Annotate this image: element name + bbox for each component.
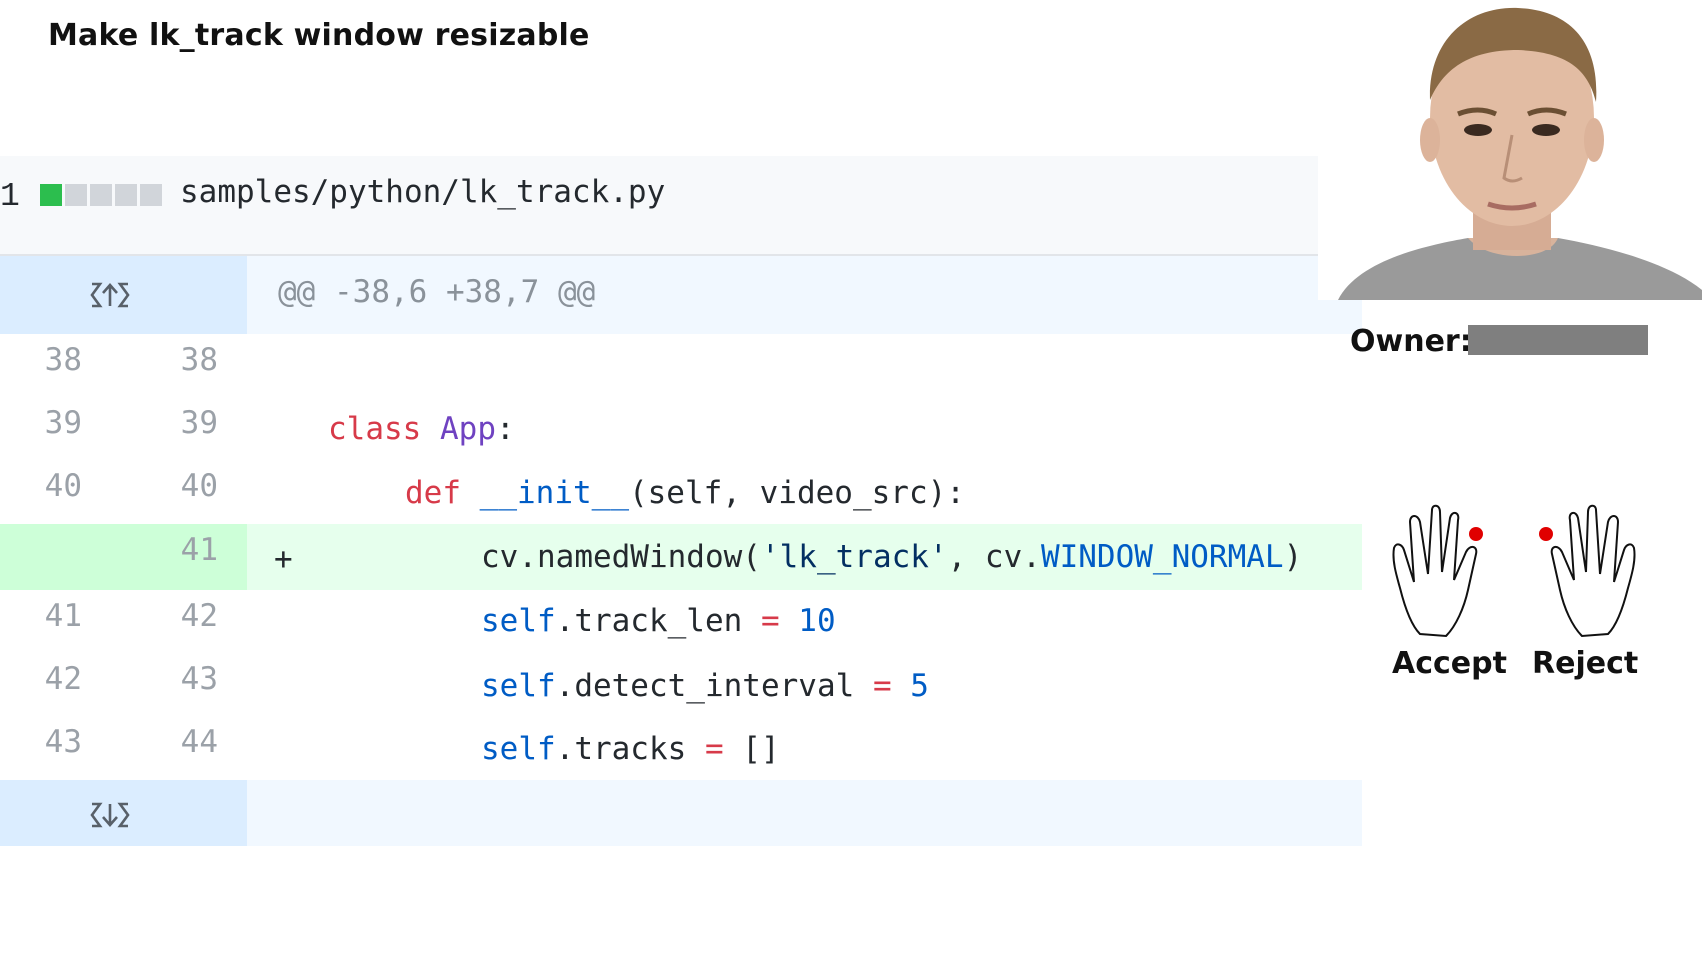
diff-line: 41 42 self.track_len = 10 [0, 590, 1362, 653]
expand-down-icon [90, 802, 130, 828]
new-line-number[interactable]: 39 [158, 405, 218, 441]
old-line-number[interactable]: 43 [22, 724, 82, 760]
owner-label: Owner: [1350, 324, 1472, 359]
code-line: def __init__(self, video_src): [405, 475, 965, 511]
diff-line: 40 40 def __init__(self, video_src): [0, 460, 1362, 523]
added-marker: + [274, 541, 293, 577]
code-line: self.track_len = 10 [481, 603, 836, 639]
old-line-number[interactable]: 39 [22, 405, 82, 441]
diffstat-block-neutral [115, 184, 137, 206]
diffstat-block-neutral [140, 184, 162, 206]
diffstat-block-neutral [65, 184, 87, 206]
expand-up-icon [90, 282, 130, 308]
new-line-number[interactable]: 42 [158, 598, 218, 634]
owner-portrait-photo [1318, 0, 1702, 300]
new-line-number[interactable]: 38 [158, 342, 218, 378]
code-line: class App: [328, 411, 515, 447]
reject-label[interactable]: Reject [1532, 646, 1638, 681]
hunk-footer-row [0, 780, 1362, 846]
file-change-count: 1 [0, 178, 20, 215]
diffstat-block-neutral [90, 184, 112, 206]
left-hand-icon[interactable] [1390, 504, 1510, 644]
diff-line: 43 44 self.tracks = [] [0, 716, 1362, 779]
diff-line: 39 39 class App: [0, 397, 1362, 460]
new-line-number[interactable]: 40 [158, 468, 218, 504]
code-line: self.tracks = [] [481, 731, 780, 767]
diff-line: 42 43 self.detect_interval = 5 [0, 653, 1362, 716]
old-line-number[interactable]: 38 [22, 342, 82, 378]
new-line-number[interactable]: 44 [158, 724, 218, 760]
owner-name-redacted [1468, 325, 1648, 355]
old-line-number[interactable]: 42 [22, 661, 82, 697]
right-hand-icon[interactable] [1518, 504, 1638, 644]
diffstat-block-added [40, 184, 62, 206]
code-line: cv.namedWindow('lk_track', cv.WINDOW_NOR… [481, 539, 1303, 575]
file-header: 1 samples/python/lk_track.py [0, 156, 1318, 256]
expand-up-button[interactable] [0, 256, 247, 334]
old-line-number[interactable]: 41 [22, 598, 82, 634]
diff-line: 38 38 [0, 334, 1362, 397]
diffstat-bar [40, 184, 162, 206]
hunk-header-text: @@ -38,6 +38,7 @@ [278, 274, 596, 310]
accept-label[interactable]: Accept [1392, 646, 1507, 681]
old-line-number[interactable]: 40 [22, 468, 82, 504]
new-line-number[interactable]: 43 [158, 661, 218, 697]
page-title: Make lk_track window resizable [48, 18, 590, 53]
file-path-link[interactable]: samples/python/lk_track.py [180, 174, 665, 210]
expand-down-button[interactable] [0, 780, 247, 846]
new-line-number[interactable]: 41 [158, 532, 218, 568]
code-line: self.detect_interval = 5 [481, 668, 929, 704]
diff-line-added: 41 + cv.namedWindow('lk_track', cv.WINDO… [0, 524, 1362, 590]
hunk-header-row: @@ -38,6 +38,7 @@ [0, 256, 1362, 334]
